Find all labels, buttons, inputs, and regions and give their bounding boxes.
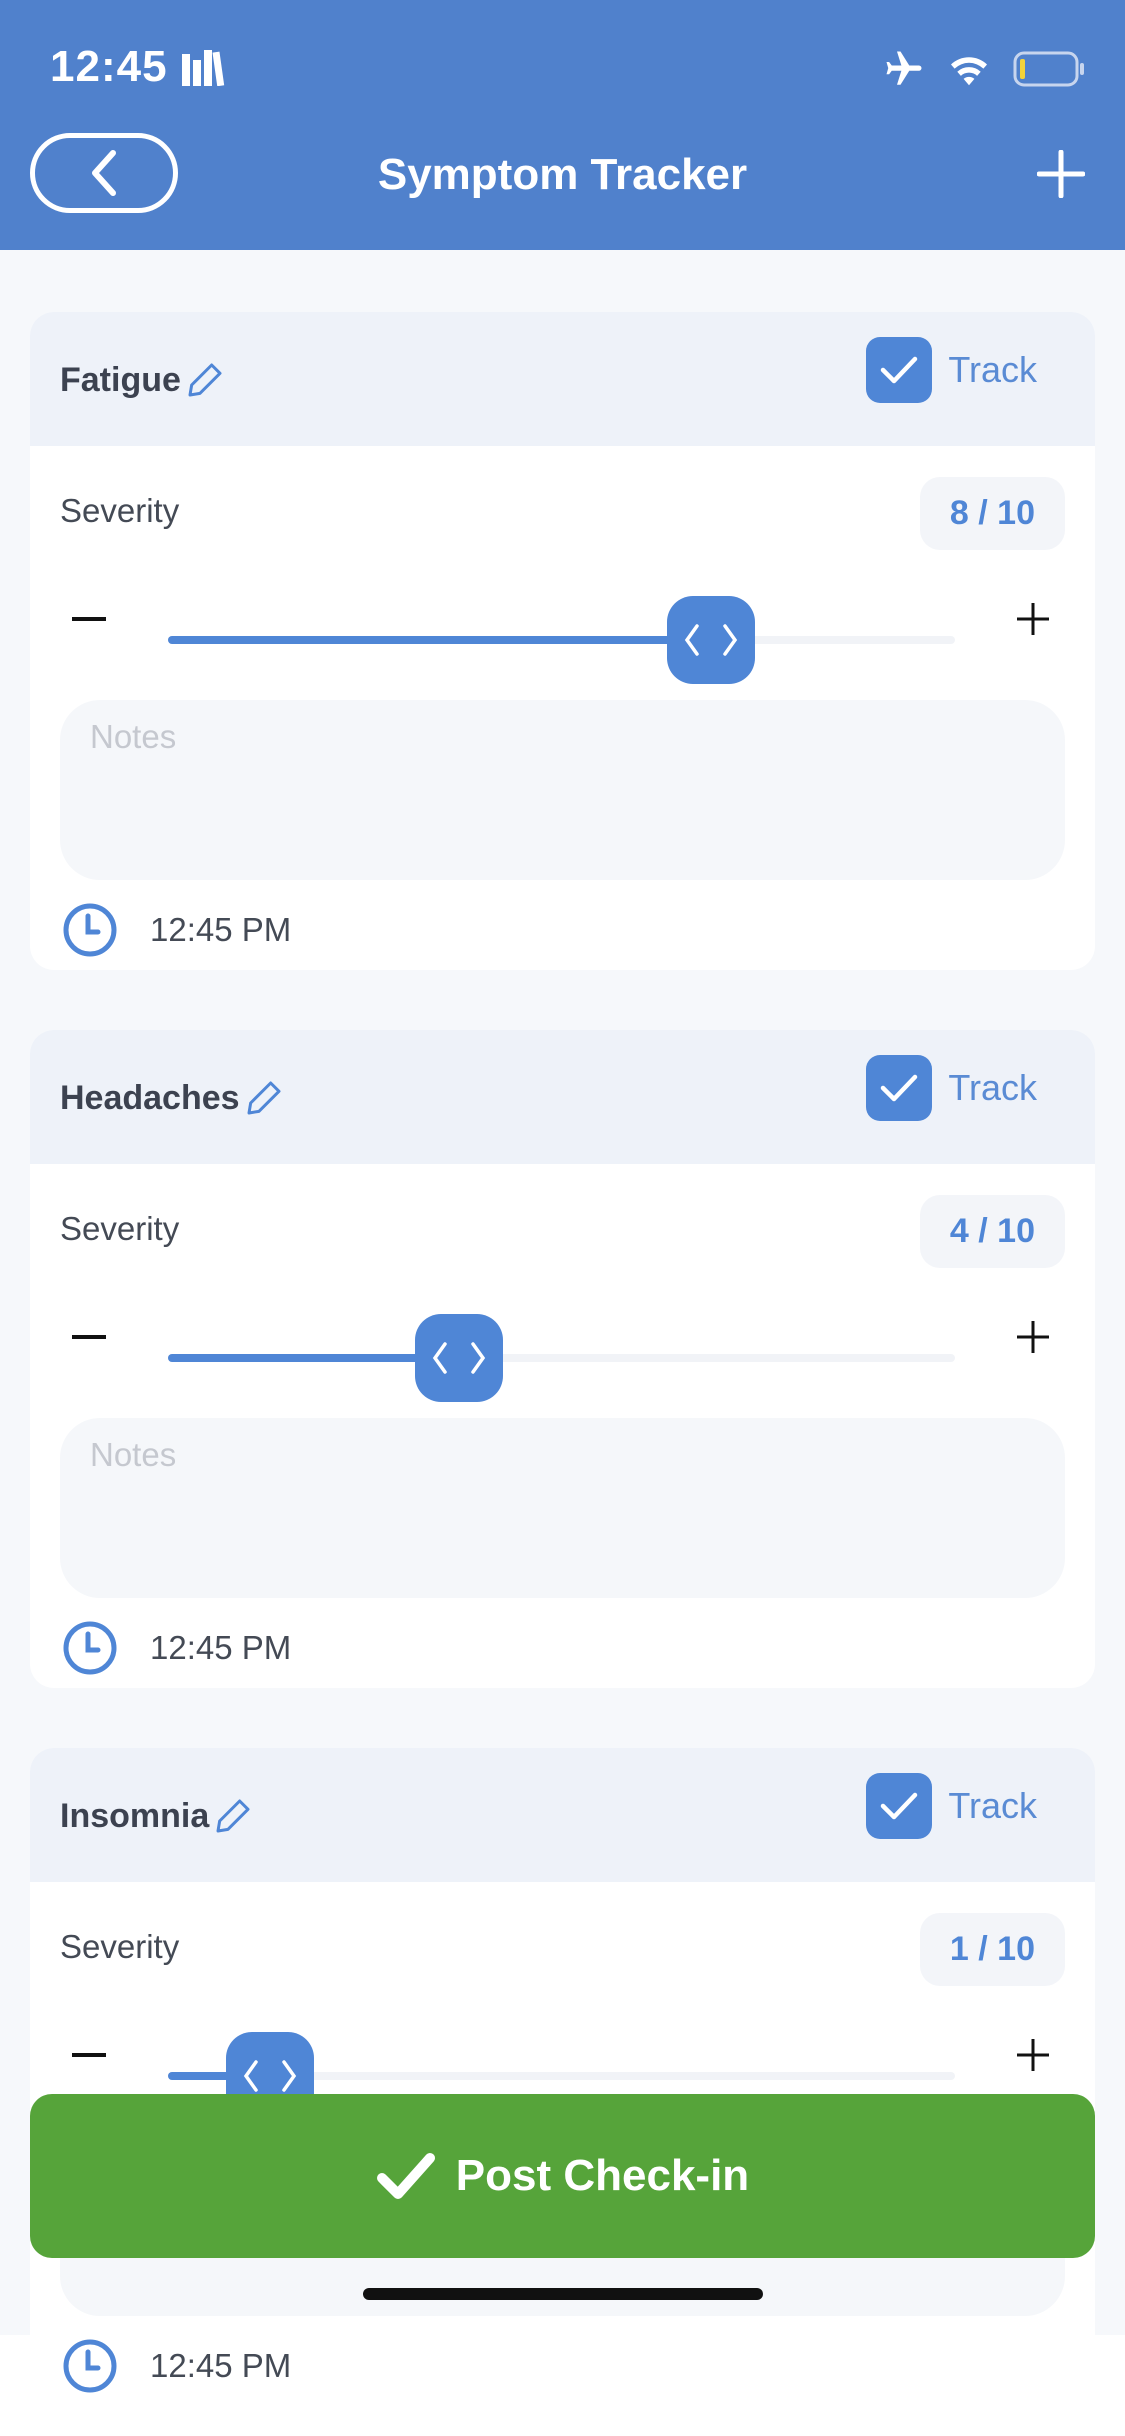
severity-slider[interactable] [168, 2032, 955, 2120]
chevrons-left-right-icon [244, 2060, 297, 2092]
checkbox-checked[interactable] [866, 337, 933, 403]
wifi-icon [951, 57, 987, 86]
pencil-icon[interactable] [185, 360, 225, 400]
symptom-name-edit[interactable]: Fatigue [60, 360, 225, 400]
checkmark-icon [881, 1074, 918, 1102]
track-label: Track [948, 349, 1037, 390]
pencil-icon[interactable] [244, 1078, 284, 1118]
add-symptom-button[interactable] [1037, 150, 1085, 198]
symptom-name: Insomnia [60, 1796, 210, 1835]
home-indicator [363, 2288, 763, 2300]
checkbox-checked[interactable] [866, 1773, 933, 1839]
pencil-icon[interactable] [213, 1796, 253, 1836]
slider-fill [168, 636, 712, 644]
timestamp[interactable]: 12:45 PM [62, 2338, 291, 2394]
increase-severity-button[interactable] [1016, 1320, 1050, 1354]
track-checkbox[interactable]: Track [866, 337, 1037, 403]
notes-input[interactable] [60, 700, 1065, 880]
track-checkbox[interactable]: Track [866, 1773, 1037, 1839]
clock-icon [63, 2339, 117, 2393]
symptom-card: Headaches Track Severity 4 / 10 Notes 12… [30, 1030, 1095, 1688]
symptom-card: Fatigue Track Severity 8 / 10 Notes 12:4… [30, 312, 1095, 970]
increase-severity-button[interactable] [1016, 2038, 1050, 2072]
symptom-name-edit[interactable]: Headaches [60, 1078, 284, 1118]
header: 12:45 Symptom Tracker [0, 0, 1125, 250]
timestamp-text: 12:45 PM [150, 1629, 292, 1666]
card-header: Insomnia Track [30, 1748, 1095, 1882]
severity-label: Severity [60, 1928, 180, 1965]
severity-value: 8 / 10 [919, 477, 1065, 550]
battery-low-icon [1013, 51, 1084, 87]
clock-icon [63, 903, 117, 957]
timestamp-text: 12:45 PM [150, 2347, 292, 2384]
timestamp-text: 12:45 PM [150, 911, 292, 948]
decrease-severity-button[interactable] [72, 1335, 106, 1339]
card-header: Fatigue Track [30, 312, 1095, 446]
decrease-severity-button[interactable] [72, 617, 106, 621]
severity-slider[interactable] [168, 1314, 955, 1402]
decrease-severity-button[interactable] [72, 2053, 106, 2057]
severity-label: Severity [60, 1210, 180, 1247]
notes-input[interactable] [60, 1418, 1065, 1598]
symptom-card: Insomnia Track Severity 1 / 10 Notes 12:… [30, 1748, 1095, 2406]
checkmark-icon [376, 2153, 435, 2199]
timestamp[interactable]: 12:45 PM [62, 902, 291, 958]
page-title: Symptom Tracker [377, 150, 748, 199]
symptom-name: Fatigue [60, 360, 181, 399]
clock-icon [63, 1621, 117, 1675]
track-label: Track [948, 1067, 1037, 1108]
slider-thumb[interactable] [415, 1314, 504, 1402]
track-label: Track [948, 1785, 1037, 1826]
chevrons-left-right-icon [684, 624, 738, 656]
severity-label: Severity [60, 492, 180, 529]
slider-thumb[interactable] [667, 596, 756, 684]
severity-slider[interactable] [168, 596, 955, 684]
checkbox-checked[interactable] [866, 1055, 933, 1121]
card-header: Headaches Track [30, 1030, 1095, 1164]
post-check-in-button[interactable]: Post Check-in [30, 2094, 1095, 2258]
library-icon [182, 50, 225, 86]
chevrons-left-right-icon [433, 1342, 486, 1374]
airplane-icon [886, 51, 922, 85]
checkmark-icon [881, 1792, 918, 1820]
track-checkbox[interactable]: Track [866, 1055, 1037, 1121]
status-time: 12:45 [50, 42, 168, 91]
symptom-list: Fatigue Track Severity 8 / 10 Notes 12:4… [0, 250, 1125, 2406]
symptom-name: Headaches [60, 1078, 240, 1117]
timestamp[interactable]: 12:45 PM [62, 1620, 291, 1676]
checkmark-icon [881, 356, 918, 384]
post-check-in-label: Post Check-in [455, 2151, 750, 2200]
severity-value: 4 / 10 [919, 1195, 1065, 1268]
symptom-name-edit[interactable]: Insomnia [60, 1796, 253, 1836]
increase-severity-button[interactable] [1016, 602, 1050, 636]
severity-value: 1 / 10 [919, 1913, 1065, 1986]
